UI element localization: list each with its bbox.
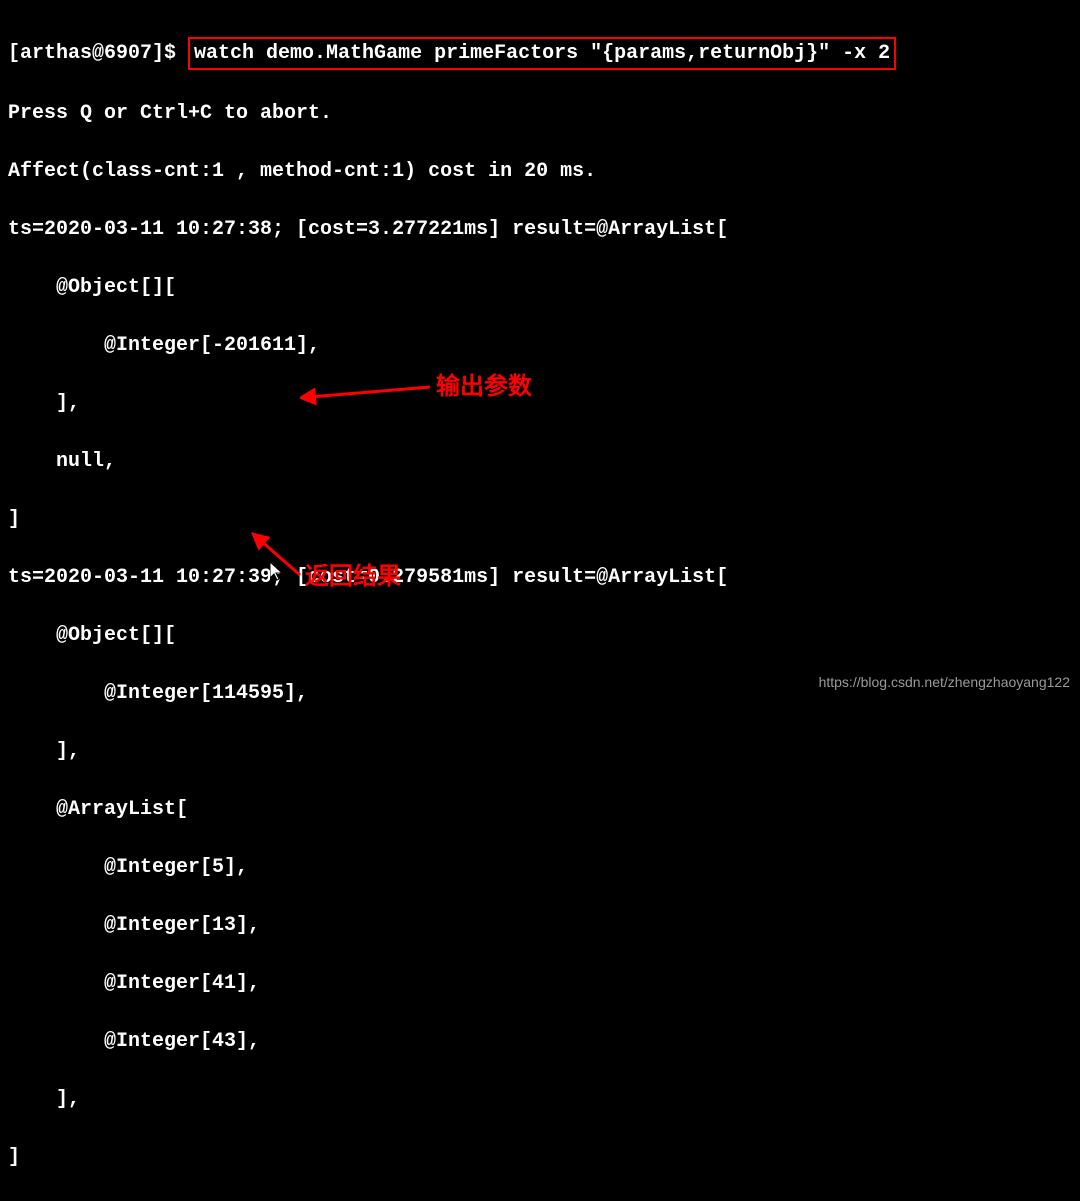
terminal-output: [arthas@6907]$ watch demo.MathGame prime… <box>8 8 1072 1201</box>
command-text: watch demo.MathGame primeFactors "{param… <box>194 42 890 65</box>
output-line: ] <box>8 505 1072 534</box>
prompt: [arthas@6907]$ <box>8 42 188 65</box>
output-line: Affect(class-cnt:1 , method-cnt:1) cost … <box>8 157 1072 186</box>
annotation-return-result: 返回结果 <box>305 560 401 595</box>
output-line: ts=2020-03-11 10:27:38; [cost=3.277221ms… <box>8 215 1072 244</box>
output-line: @Integer[43], <box>8 1027 1072 1056</box>
prompt-line: [arthas@6907]$ watch demo.MathGame prime… <box>8 37 1072 70</box>
output-line: ], <box>8 737 1072 766</box>
output-line: ] <box>8 1143 1072 1172</box>
output-line: @Integer[5], <box>8 853 1072 882</box>
output-line: ], <box>8 389 1072 418</box>
output-line: @Integer[41], <box>8 969 1072 998</box>
output-line: @Integer[-201611], <box>8 331 1072 360</box>
watermark: https://blog.csdn.net/zhengzhaoyang122 <box>819 672 1070 692</box>
annotation-output-params: 输出参数 <box>436 370 532 405</box>
output-line: @ArrayList[ <box>8 795 1072 824</box>
output-line: ts=2020-03-11 10:27:39; [cost=0.279581ms… <box>8 563 1072 592</box>
output-line: @Object[][ <box>8 621 1072 650</box>
cursor-icon <box>270 562 286 591</box>
output-line: Press Q or Ctrl+C to abort. <box>8 99 1072 128</box>
output-line: @Object[][ <box>8 273 1072 302</box>
output-line: ], <box>8 1085 1072 1114</box>
output-line: null, <box>8 447 1072 476</box>
command-highlight-box: watch demo.MathGame primeFactors "{param… <box>188 37 896 70</box>
output-line: @Integer[13], <box>8 911 1072 940</box>
